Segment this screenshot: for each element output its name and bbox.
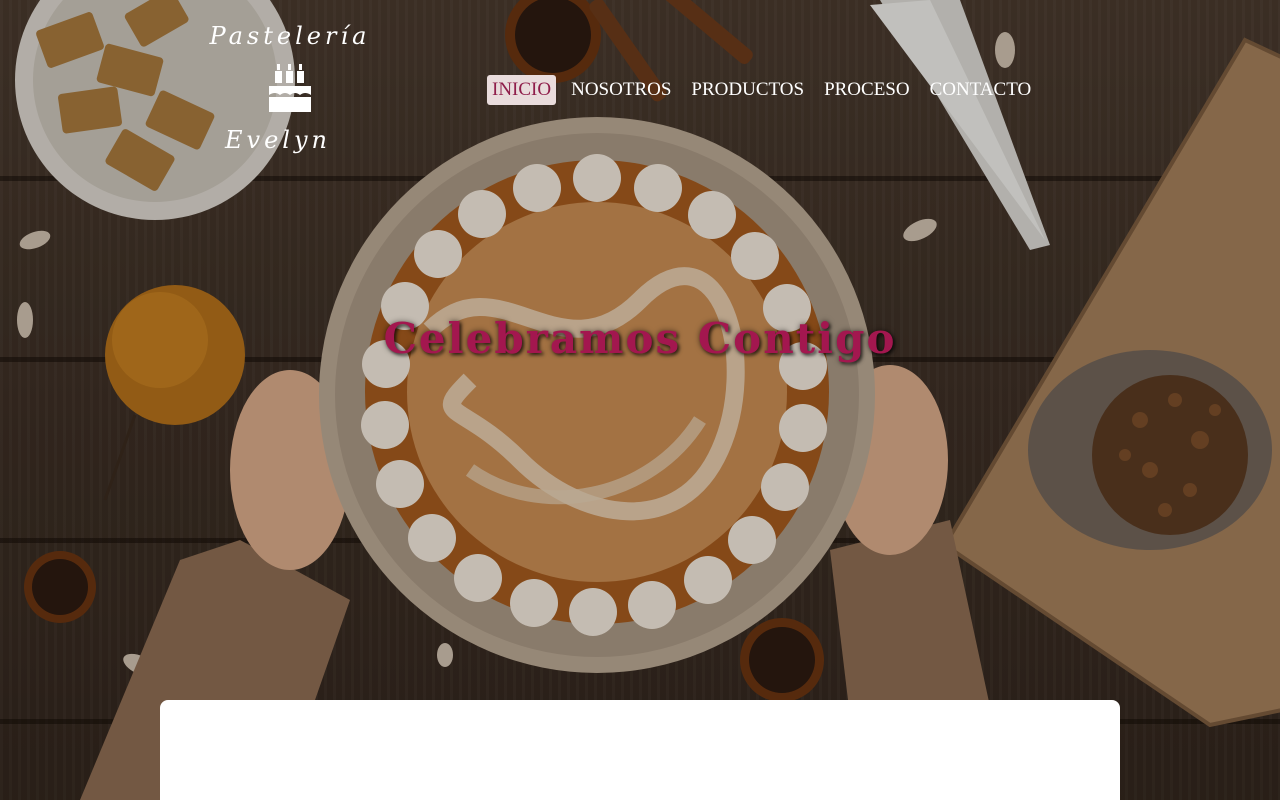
nav-item-productos[interactable]: PRODUCTOS <box>686 75 809 105</box>
content-card <box>160 700 1120 800</box>
birthday-cake-icon <box>267 64 313 119</box>
brand-logo[interactable]: Pastelería Evelyn <box>205 18 375 158</box>
hero-dark-overlay <box>0 0 1280 800</box>
nav-item-proceso[interactable]: PROCESO <box>819 75 915 105</box>
nav-item-nosotros[interactable]: NOSOTROS <box>566 75 676 105</box>
brand-name-line2: Evelyn <box>225 126 331 154</box>
main-navigation: INICIO NOSOTROS PRODUCTOS PROCESO CONTAC… <box>487 74 1046 106</box>
hero-headline: Celebramos Contigo <box>383 314 897 363</box>
brand-name-line1: Pastelería <box>209 22 371 50</box>
nav-item-inicio[interactable]: INICIO <box>487 75 557 105</box>
nav-item-contacto[interactable]: CONTACTO <box>925 75 1037 105</box>
hero-section: Pastelería Evelyn INICIO NOSOTROS PRODUC… <box>0 0 1280 800</box>
